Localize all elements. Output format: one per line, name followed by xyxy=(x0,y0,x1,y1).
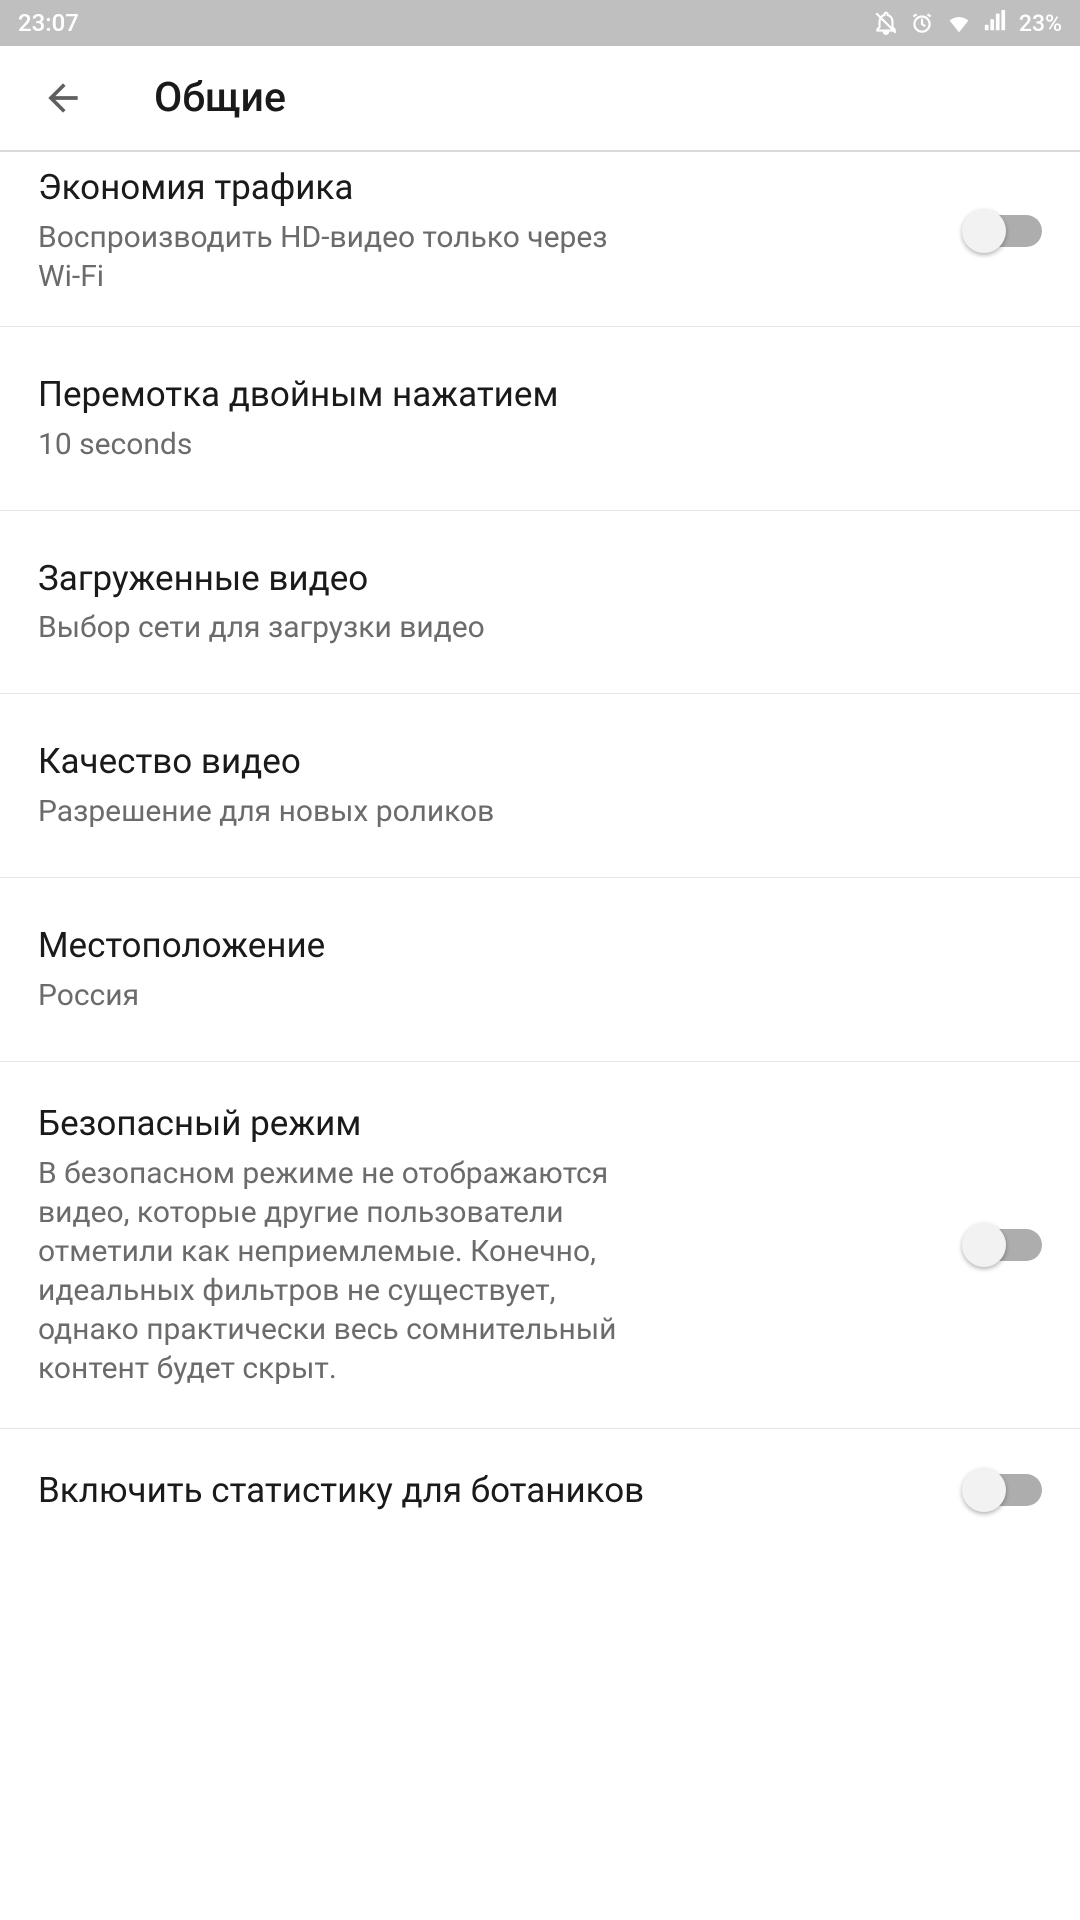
battery-percent: 23% xyxy=(1019,10,1062,37)
setting-subtitle: Россия xyxy=(38,976,1042,1015)
back-button[interactable] xyxy=(38,73,88,123)
setting-title: Качество видео xyxy=(38,740,1042,784)
setting-downloads[interactable]: Загруженные видео Выбор сети для загрузк… xyxy=(0,511,1080,695)
setting-video-quality[interactable]: Качество видео Разрешение для новых роли… xyxy=(0,694,1080,878)
settings-list: Экономия трафика Воспроизводить HD-видео… xyxy=(0,152,1080,1552)
app-bar: Общие xyxy=(0,46,1080,152)
setting-subtitle: Выбор сети для загрузки видео xyxy=(38,608,1042,647)
back-arrow-icon xyxy=(41,76,85,120)
stats-toggle[interactable] xyxy=(964,1474,1042,1506)
setting-title: Загруженные видео xyxy=(38,557,1042,601)
setting-title: Местоположение xyxy=(38,924,1042,968)
setting-title: Перемотка двойным нажатием xyxy=(38,373,1042,417)
mute-icon xyxy=(873,10,899,36)
status-time-text: 23:07 xyxy=(18,9,79,37)
data-saver-toggle[interactable] xyxy=(964,215,1042,247)
setting-restricted-mode[interactable]: Безопасный режим В безопасном режиме не … xyxy=(0,1062,1080,1429)
restricted-mode-toggle[interactable] xyxy=(964,1229,1042,1261)
alarm-icon xyxy=(909,10,935,36)
setting-title: Включить статистику для ботаников xyxy=(38,1469,930,1513)
status-time: 23:07 xyxy=(18,9,79,37)
setting-location[interactable]: Местоположение Россия xyxy=(0,878,1080,1062)
setting-subtitle: В безопасном режиме не отображаются виде… xyxy=(38,1154,648,1388)
setting-stats-for-nerds[interactable]: Включить статистику для ботаников xyxy=(0,1429,1080,1553)
setting-double-tap-seek[interactable]: Перемотка двойным нажатием 10 seconds xyxy=(0,327,1080,511)
setting-title: Экономия трафика xyxy=(38,166,930,210)
setting-subtitle: 10 seconds xyxy=(38,425,1042,464)
wifi-icon xyxy=(945,9,973,37)
signal-icon xyxy=(983,10,1009,36)
setting-data-saver[interactable]: Экономия трафика Воспроизводить HD-видео… xyxy=(0,152,1080,327)
status-icons: 23% xyxy=(873,9,1062,37)
setting-subtitle: Разрешение для новых роликов xyxy=(38,792,1042,831)
status-bar: 23:07 23% xyxy=(0,0,1080,46)
setting-title: Безопасный режим xyxy=(38,1102,930,1146)
setting-subtitle: Воспроизводить HD-видео только через Wi-… xyxy=(38,218,638,296)
page-title: Общие xyxy=(154,74,286,122)
